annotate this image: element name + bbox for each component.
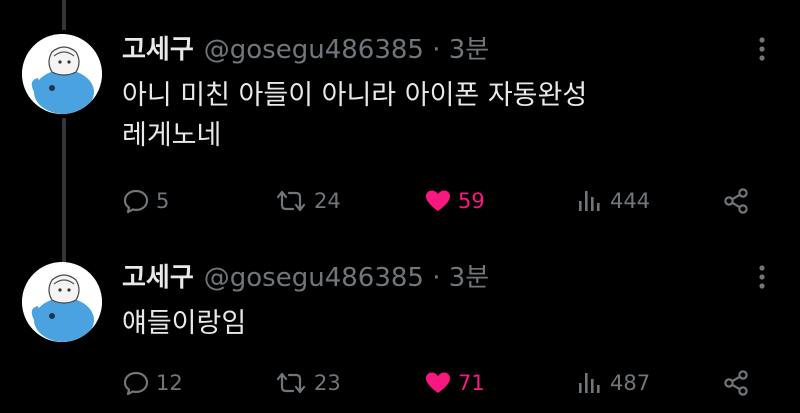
reply-button[interactable]: 5: [122, 184, 169, 218]
retweet-icon: [276, 190, 306, 212]
handle-and-time[interactable]: @gosegu486385 · 3분: [204, 257, 489, 294]
action-bar: 5 24 59 444: [0, 184, 800, 218]
more-icon: [759, 37, 765, 61]
view-count: 487: [610, 371, 651, 395]
retweet-button[interactable]: 23: [274, 366, 341, 400]
share-icon: [724, 370, 748, 396]
tweet[interactable]: 고세구 @gosegu486385 · 3분 얘들이랑임 12 23 71 48…: [0, 240, 800, 413]
reply-count: 5: [156, 189, 170, 213]
reply-count: 12: [156, 371, 183, 395]
like-button[interactable]: 71: [424, 366, 485, 400]
like-button[interactable]: 59: [424, 184, 485, 218]
retweet-button[interactable]: 24: [274, 184, 341, 218]
views-icon: [579, 373, 600, 393]
like-count: 59: [458, 189, 485, 213]
more-button[interactable]: [752, 34, 772, 64]
handle-and-time[interactable]: @gosegu486385 · 3분: [204, 29, 489, 66]
share-button[interactable]: [722, 184, 750, 218]
view-count: 444: [610, 189, 651, 213]
avatar[interactable]: [22, 34, 102, 114]
display-name[interactable]: 고세구: [122, 257, 194, 294]
tweet-text: 아니 미친 아들이 아니라 아이폰 자동완성 레게노네: [122, 76, 587, 156]
tweet-text-line: 레게노네: [122, 120, 222, 151]
tweet-text-line: 아니 미친 아들이 아니라 아이폰 자동완성: [122, 80, 588, 111]
reply-icon: [123, 189, 149, 214]
more-icon: [759, 265, 765, 289]
more-button[interactable]: [752, 262, 772, 292]
reply-icon: [123, 371, 149, 396]
share-button[interactable]: [722, 366, 750, 400]
views-button[interactable]: 444: [576, 184, 650, 218]
tweet-text-line: 얘들이랑임: [122, 308, 247, 339]
like-count: 71: [458, 371, 485, 395]
heart-icon: [426, 372, 450, 393]
tweet[interactable]: 고세구 @gosegu486385 · 3분 아니 미친 아들이 아니라 아이폰…: [0, 0, 800, 240]
retweet-count: 24: [314, 189, 341, 213]
share-icon: [724, 188, 748, 214]
action-bar: 12 23 71 487: [0, 366, 800, 400]
retweet-count: 23: [314, 371, 341, 395]
display-name[interactable]: 고세구: [122, 29, 194, 66]
views-button[interactable]: 487: [576, 366, 650, 400]
reply-button[interactable]: 12: [122, 366, 183, 400]
avatar[interactable]: [22, 262, 102, 342]
tweet-text: 얘들이랑임: [122, 304, 246, 344]
heart-icon: [426, 190, 450, 211]
retweet-icon: [276, 372, 306, 394]
views-icon: [579, 191, 600, 211]
